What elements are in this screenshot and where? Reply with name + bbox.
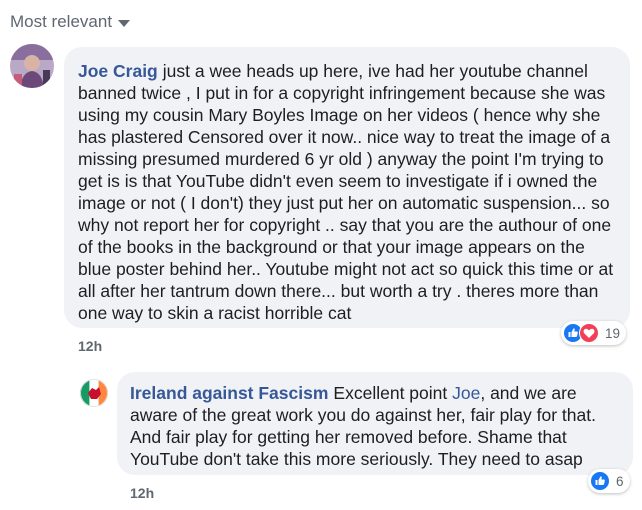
reactions-summary[interactable]: 19: [561, 321, 627, 345]
love-icon: [579, 323, 599, 343]
reactions-summary[interactable]: 6: [588, 469, 630, 493]
avatar[interactable]: [10, 44, 54, 88]
avatar[interactable]: [80, 379, 108, 407]
reaction-count: 19: [605, 325, 621, 341]
reply-bubble: Ireland against Fascism Excellent point J…: [117, 372, 633, 475]
comment-timestamp[interactable]: 12h: [130, 485, 154, 501]
sort-label: Most relevant: [10, 12, 113, 31]
comment-text: Excellent point: [333, 383, 448, 403]
like-icon: [590, 471, 610, 491]
chevron-down-icon: [118, 19, 131, 27]
comment-author[interactable]: Ireland against Fascism: [130, 383, 328, 403]
comment-author[interactable]: Joe Craig: [78, 61, 158, 81]
sort-dropdown[interactable]: Most relevant: [10, 12, 131, 32]
comment-bubble: Joe Craig just a wee heads up here, ive h…: [64, 47, 630, 328]
comment-text: just a wee heads up here, ive had her yo…: [78, 61, 614, 323]
comment-timestamp[interactable]: 12h: [78, 338, 102, 354]
mention-link[interactable]: Joe: [452, 383, 480, 403]
reaction-count: 6: [616, 473, 624, 489]
